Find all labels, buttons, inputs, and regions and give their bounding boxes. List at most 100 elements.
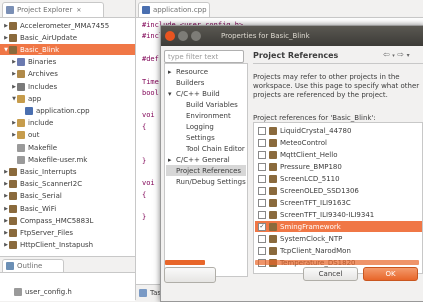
tree-item[interactable]: ▶ Accelerometer_MMA7455 [0,20,135,31]
property-nav-tree: ▸ Resource Builders ▾ C/C++ Build Build Varia… [164,63,248,277]
tree-item[interactable]: ▶ FtpServer_Files [0,227,135,238]
references-label: Project references for 'Basic_Blink': [253,114,376,122]
nav-item[interactable]: Settings [166,132,246,143]
reference-checkbox[interactable] [258,162,266,171]
tree-item[interactable]: ▶ Basic_Interrupts [0,166,135,177]
nav-item[interactable]: Environment [166,110,246,121]
project-icon [269,174,277,183]
nav-item[interactable]: Builders [166,77,246,88]
reference-checkbox[interactable] [258,246,266,255]
tab-project-explorer[interactable]: Project Explorer ✕ [2,2,104,17]
close-icon[interactable] [165,31,175,41]
cancel-button[interactable]: Cancel [303,267,358,281]
reference-item[interactable]: ScreenLCD_5110 [255,173,422,184]
project-icon [269,162,277,171]
reference-item[interactable]: ✓ SmingFramework [255,221,422,232]
nav-item[interactable]: Tool Chain Editor [166,143,246,154]
tree-item[interactable]: ▶ out [0,130,135,141]
back-dropdown-icon[interactable]: ▾ [392,53,395,59]
reference-item[interactable]: MeteoControl [255,137,422,148]
tree-item[interactable]: ▶ HttpClient_Instapush [0,240,135,251]
tree-item[interactable]: ▶ Archives [0,69,135,80]
nav-item-label: C/C++ General [176,155,230,164]
tree-item-label: FtpServer_Files [20,228,74,237]
reference-label: ScreenTFT_ILI9163C [280,198,351,207]
reference-item[interactable]: MqttClient_Hello [255,149,422,160]
nav-expander-icon[interactable]: ▾ [168,90,176,98]
tree-item[interactable]: ▶ Includes [0,81,135,92]
restore-defaults-button[interactable] [164,267,216,283]
code-line: { [142,190,147,199]
ok-button[interactable]: OK [363,267,418,281]
maximize-icon[interactable] [191,31,201,41]
reference-checkbox[interactable]: ✓ [258,222,266,231]
reference-checkbox[interactable] [258,138,266,147]
tree-item[interactable]: application.cpp [0,105,135,116]
page-title: Project References [253,50,339,60]
menu-dropdown-icon[interactable]: ▾ [407,52,410,59]
tree-item[interactable]: ▶ include [0,118,135,129]
nav-item[interactable]: ▸ C/C++ General [166,154,246,165]
cpp-file-icon [142,6,150,14]
project-icon [269,234,277,243]
nav-item[interactable]: ▸ Resource [166,66,246,77]
reference-item[interactable]: ScreenTFT_ILI9163C [255,197,422,208]
header-divider [253,63,423,64]
tree-item[interactable]: ▶ Basic_WiFi [0,203,135,214]
reference-checkbox[interactable] [258,150,266,159]
outline-item-label: user_config.h [25,287,72,296]
reference-label: SmingFramework [280,222,341,231]
dialog-title: Properties for Basic_Blink [221,32,310,40]
filter-placeholder: type filter text [168,52,219,61]
tab-outline[interactable]: Outline [2,259,64,272]
outline-item[interactable]: user_config.h [14,286,134,297]
minimize-icon[interactable] [178,31,188,41]
reference-checkbox[interactable] [258,234,266,243]
reference-item[interactable]: LiquidCrystal_44780 [255,125,422,136]
reference-checkbox[interactable] [258,186,266,195]
nav-item[interactable]: Build Variables [166,99,246,110]
reference-label: MeteoControl [280,138,327,147]
reference-item[interactable]: Pressure_BMP180 [255,161,422,172]
reference-item[interactable]: TcpClient_NarodMon [255,245,422,256]
reference-label: ScreenLCD_5110 [280,174,340,183]
nav-item[interactable]: Run/Debug Settings [166,176,246,187]
outline-panel: Outline user_config.h [0,256,135,301]
tree-item[interactable]: Makefile [0,142,135,153]
reference-checkbox[interactable] [258,174,266,183]
nav-expander-icon[interactable]: ▸ [168,156,176,164]
tree-item[interactable]: ▶ Compass_HMC5883L [0,215,135,226]
reference-item[interactable]: ScreenTFT_ILI9340-ILI9341 [255,209,422,220]
tree-item[interactable]: ▶ Basic_AirUpdate [0,32,135,43]
tree-item[interactable]: ▼ Basic_Blink [0,44,135,56]
reference-label: ScreenTFT_ILI9340-ILI9341 [280,210,375,219]
reference-checkbox[interactable] [258,126,266,135]
project-icon [9,180,17,189]
filter-input[interactable]: type filter text [164,50,244,63]
tab-label: Outline [17,262,43,270]
forward-arrow-icon[interactable]: ⇨ [397,50,404,59]
reference-item[interactable]: ScreenOLED_SSD1306 [255,185,422,196]
tree-item[interactable]: ▶ Basic_Serial [0,191,135,202]
tree-item[interactable]: ▶ Basic_ScannerI2C [0,179,135,190]
reference-label: TcpClient_NarodMon [280,246,351,255]
tree-item[interactable]: Makefile-user.mk [0,154,135,165]
back-arrow-icon[interactable]: ⇦ [383,50,390,59]
reference-item[interactable]: SystemClock_NTP [255,233,422,244]
nav-scrollbar[interactable] [165,260,205,265]
tab-application-cpp[interactable]: application.cpp [138,2,210,17]
nav-item[interactable]: Project References [166,165,246,176]
tree-item[interactable]: ▼ app [0,93,135,104]
header-file-icon [14,287,22,296]
nav-item[interactable]: ▾ C/C++ Build [166,88,246,99]
nav-item[interactable]: Logging [166,121,246,132]
tree-item-label: Makefile-user.mk [28,155,88,164]
nav-expander-icon[interactable]: ▸ [168,68,176,76]
references-scrollbar[interactable] [255,260,419,265]
close-icon[interactable]: ✕ [76,7,81,14]
project-explorer-tabbar: Project Explorer ✕ [0,0,135,18]
tree-item[interactable]: ▶ Binaries [0,57,135,68]
project-explorer-icon [6,6,14,14]
reference-checkbox[interactable] [258,210,266,219]
reference-checkbox[interactable] [258,198,266,207]
